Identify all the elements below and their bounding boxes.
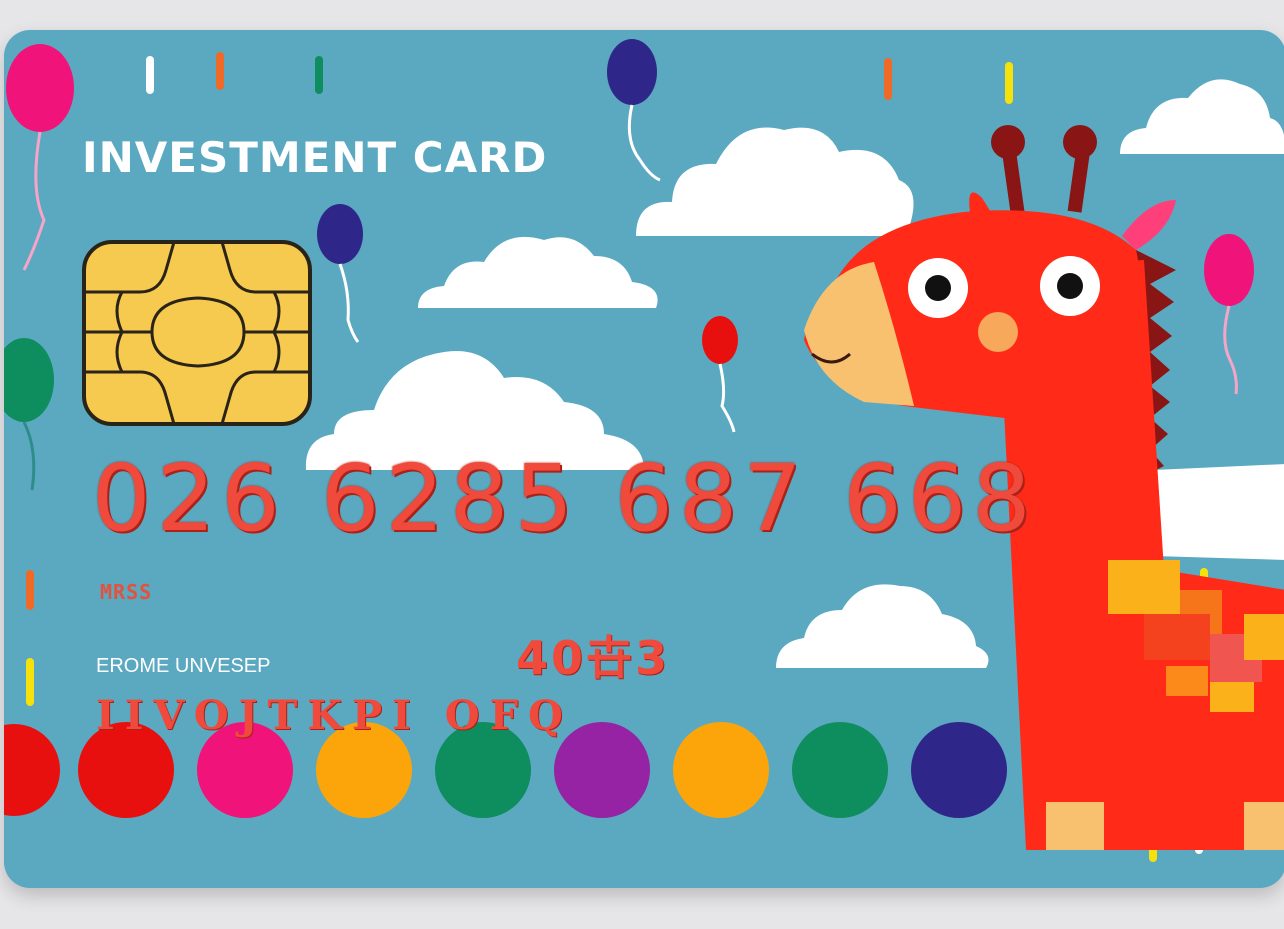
color-dot (911, 722, 1007, 818)
color-dot (673, 722, 769, 818)
card-number: 026 6285 687 668 (92, 445, 1037, 552)
investment-card: INVESTMENT CARD 026 6285 687 668 MRSS 40… (4, 30, 1284, 888)
color-dot-edge (4, 724, 60, 816)
chip-icon (82, 240, 312, 426)
color-dot (792, 722, 888, 818)
card-holder-name: IIVOJTKPI OFQ (96, 692, 573, 739)
card-small-code: MRSS (100, 580, 153, 604)
card-holder-label: EROME UNVESEP (96, 655, 271, 677)
card-expiry: 40卋3 (516, 631, 671, 685)
